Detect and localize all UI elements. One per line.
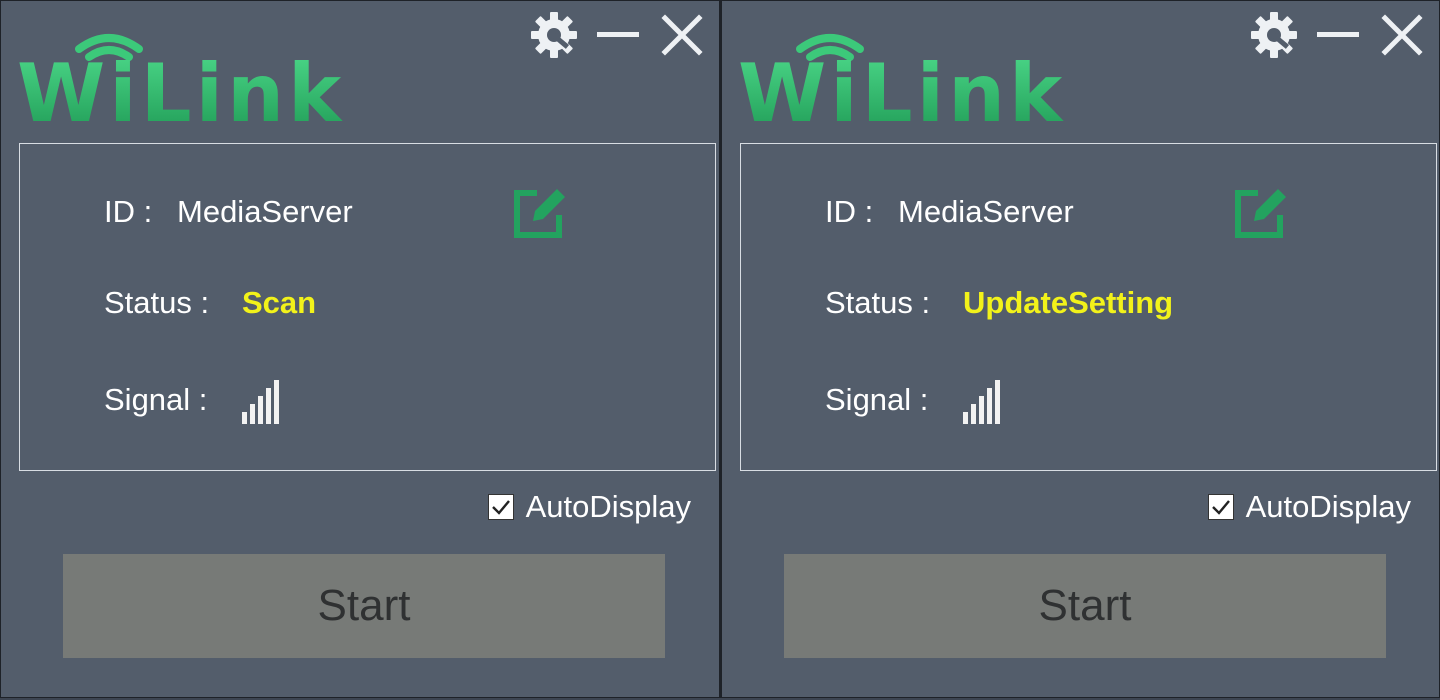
logo-text: WiLink bbox=[17, 47, 346, 140]
window-controls bbox=[1247, 9, 1429, 61]
close-button[interactable] bbox=[655, 9, 709, 61]
gear-icon bbox=[531, 12, 577, 58]
minimize-icon bbox=[1317, 32, 1359, 37]
autodisplay-checkbox[interactable] bbox=[487, 494, 514, 520]
status-row: Status : UpdateSetting bbox=[825, 285, 1173, 321]
edit-icon bbox=[514, 189, 565, 238]
signal-bar-5 bbox=[995, 380, 1000, 424]
id-row: ID : MediaServer bbox=[104, 194, 353, 230]
window-controls bbox=[527, 9, 709, 61]
signal-row: Signal : bbox=[104, 376, 279, 424]
wilink-logo: WiLink bbox=[17, 19, 341, 139]
start-button[interactable]: Start bbox=[784, 554, 1386, 658]
screen: WiLink ID: MediaServer Status: Scan Si… bbox=[0, 0, 1440, 700]
signal-bar-3 bbox=[258, 396, 263, 424]
logo-text: WiLink bbox=[738, 47, 1067, 140]
signal-bar-4 bbox=[987, 388, 992, 424]
close-icon bbox=[1381, 14, 1423, 56]
status-label: Status : bbox=[825, 285, 931, 320]
minimize-button[interactable] bbox=[1311, 9, 1365, 61]
signal-row: Signal : bbox=[825, 376, 1000, 424]
edit-id-button[interactable] bbox=[1232, 187, 1288, 241]
signal-bar-2 bbox=[971, 404, 976, 424]
wilink-window-left: WiLink ID: MediaServer Status: Scan Si… bbox=[0, 0, 720, 698]
autodisplay-label: AutoDisplay bbox=[1245, 489, 1411, 524]
start-button[interactable]: Start bbox=[63, 554, 665, 658]
signal-label: Signal : bbox=[104, 382, 208, 417]
autodisplay-toggle[interactable]: AutoDisplay bbox=[487, 489, 691, 525]
signal-bar-5 bbox=[274, 380, 279, 424]
minimize-icon bbox=[597, 32, 639, 37]
checkmark-icon bbox=[491, 500, 510, 515]
device-info-box: ID : MediaServer Status : Scan Signal : bbox=[19, 143, 716, 471]
id-row: ID : MediaServer bbox=[825, 194, 1074, 230]
signal-icon bbox=[242, 380, 279, 424]
status-label: Status : bbox=[104, 285, 210, 320]
id-value: MediaServer bbox=[177, 194, 353, 229]
signal-bar-4 bbox=[266, 388, 271, 424]
autodisplay-toggle[interactable]: AutoDisplay bbox=[1207, 489, 1411, 525]
close-button[interactable] bbox=[1375, 9, 1429, 61]
gear-icon bbox=[1251, 12, 1297, 58]
status-row: Status : Scan bbox=[104, 285, 316, 321]
signal-icon bbox=[963, 380, 1000, 424]
signal-bar-1 bbox=[963, 412, 968, 424]
edit-id-button[interactable] bbox=[511, 187, 567, 241]
wilink-logo: WiLink bbox=[738, 19, 1062, 139]
id-label: ID : bbox=[825, 194, 874, 229]
device-info-box: ID : MediaServer Status : UpdateSetting … bbox=[740, 143, 1437, 471]
settings-button[interactable] bbox=[1247, 9, 1301, 61]
id-value: MediaServer bbox=[898, 194, 1074, 229]
wilink-window-right: WiLink ID: MediaServer Status: UpdateS… bbox=[720, 0, 1440, 698]
close-icon bbox=[661, 14, 703, 56]
status-value: UpdateSetting bbox=[963, 285, 1174, 320]
settings-button[interactable] bbox=[527, 9, 581, 61]
autodisplay-checkbox[interactable] bbox=[1207, 494, 1234, 520]
edit-icon bbox=[1235, 189, 1286, 238]
signal-bar-3 bbox=[979, 396, 984, 424]
signal-label: Signal : bbox=[825, 382, 929, 417]
status-value: Scan bbox=[242, 285, 317, 320]
autodisplay-label: AutoDisplay bbox=[525, 489, 691, 524]
checkmark-icon bbox=[1211, 500, 1230, 515]
id-label: ID : bbox=[104, 194, 153, 229]
signal-bar-1 bbox=[242, 412, 247, 424]
minimize-button[interactable] bbox=[591, 9, 645, 61]
signal-bar-2 bbox=[250, 404, 255, 424]
